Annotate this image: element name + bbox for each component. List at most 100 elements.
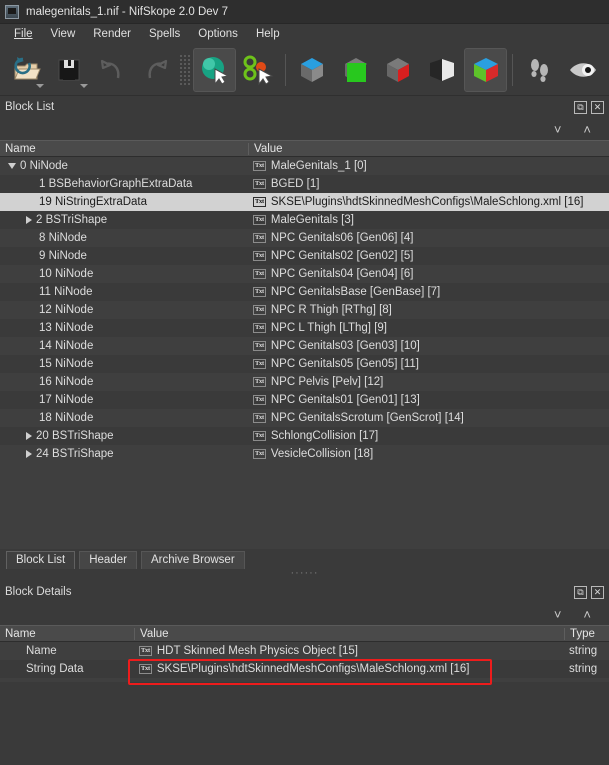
menu-options[interactable]: Options xyxy=(190,26,246,42)
chevron-down-icon[interactable] xyxy=(8,163,16,169)
block-details-table-wrap: Name Txt HDT Skinned Mesh Physics Object [… xyxy=(0,642,609,685)
toolbar-drag-handle[interactable] xyxy=(179,53,192,86)
block-list-float-button[interactable]: ⧉ xyxy=(574,100,587,114)
chevron-right-icon[interactable] xyxy=(26,450,32,458)
block-details-header-name[interactable]: Name xyxy=(0,628,134,640)
block-list-row[interactable]: 0 NiNode Txt MaleGenitals_1 [0] xyxy=(0,157,609,175)
block-list-row-value-cell[interactable]: Txt SchlongCollision [17] xyxy=(248,430,609,442)
text-type-icon: Txt xyxy=(253,359,266,369)
block-list-row-value-cell[interactable]: Txt MaleGenitals [3] xyxy=(248,214,609,226)
block-list-row[interactable]: 17 NiNode Txt NPC Genitals01 [Gen01] [13] xyxy=(0,391,609,409)
block-details-table[interactable]: Name Txt HDT Skinned Mesh Physics Object [… xyxy=(0,642,609,682)
block-list-row[interactable]: 9 NiNode Txt NPC Genitals02 [Gen02] [5] xyxy=(0,247,609,265)
menu-spells[interactable]: Spells xyxy=(141,26,188,42)
save-file-button[interactable] xyxy=(47,48,90,92)
block-list-row-value-cell[interactable]: Txt NPC Genitals01 [Gen01] [13] xyxy=(248,394,609,406)
block-list-row-value-cell[interactable]: Txt NPC R Thigh [RThg] [8] xyxy=(248,304,609,316)
block-list-row-value: NPC Genitals06 [Gen06] [4] xyxy=(270,232,414,244)
chevron-right-icon[interactable] xyxy=(26,432,32,440)
block-details-row-name: String Data xyxy=(26,663,84,675)
block-list-row-name: 11 NiNode xyxy=(39,286,93,298)
chevron-right-icon[interactable] xyxy=(26,216,32,224)
block-list-row-value-cell[interactable]: Txt BGED [1] xyxy=(248,178,609,190)
block-list-row[interactable]: 2 BSTriShape Txt MaleGenitals [3] xyxy=(0,211,609,229)
block-list-row-value-cell[interactable]: Txt NPC GenitalsScrotum [GenScrot] [14] xyxy=(248,412,609,424)
block-list-row[interactable]: 24 BSTriShape Txt VesicleCollision [18] xyxy=(0,445,609,463)
block-list-row-value-cell[interactable]: Txt NPC GenitalsBase [GenBase] [7] xyxy=(248,286,609,298)
redo-button[interactable] xyxy=(134,48,177,92)
block-list-row-value-cell[interactable]: Txt VesicleCollision [18] xyxy=(248,448,609,460)
block-details-row[interactable]: Name Txt HDT Skinned Mesh Physics Object [… xyxy=(0,642,609,660)
tab-header[interactable]: Header xyxy=(79,551,137,569)
block-list-row[interactable]: 1 BSBehaviorGraphExtraData Txt BGED [1] xyxy=(0,175,609,193)
block-list-row[interactable]: 13 NiNode Txt NPC L Thigh [LThg] [9] xyxy=(0,319,609,337)
block-details-header-type[interactable]: Type xyxy=(564,627,609,640)
select-object-button[interactable] xyxy=(193,47,237,92)
block-list-row-value-cell[interactable]: Txt MaleGenitals_1 [0] xyxy=(248,160,609,172)
open-file-dropdown-caret[interactable] xyxy=(36,83,45,88)
block-list-header-name[interactable]: Name xyxy=(0,143,248,155)
block-list-tree[interactable]: 0 NiNode Txt MaleGenitals_1 [0] 1 BSBehavio… xyxy=(0,157,609,549)
splitter-handle[interactable]: ······ xyxy=(0,568,609,581)
block-list-row-name-cell: 8 NiNode xyxy=(0,232,248,244)
tab-archive-browser[interactable]: Archive Browser xyxy=(140,551,245,569)
menu-file[interactable]: File xyxy=(6,26,41,42)
view-side-button[interactable] xyxy=(377,48,420,92)
details-expand-all-icon[interactable]: ˅ xyxy=(554,608,562,621)
block-details-close-button[interactable]: ✕ xyxy=(591,585,604,599)
block-list-row-value-cell[interactable]: Txt NPC Genitals04 [Gen04] [6] xyxy=(248,268,609,280)
block-list-row-value: NPC Pelvis [Pelv] [12] xyxy=(270,376,384,388)
view-perspective-button[interactable] xyxy=(463,47,508,92)
expand-all-icon[interactable]: ˅ xyxy=(554,123,562,136)
block-list-close-button[interactable]: ✕ xyxy=(591,100,604,114)
block-list-row[interactable]: 18 NiNode Txt NPC GenitalsScrotum [GenScro… xyxy=(0,409,609,427)
block-list-row-value-cell[interactable]: Txt NPC Genitals06 [Gen06] [4] xyxy=(248,232,609,244)
cube-rgb-corner-icon xyxy=(473,57,498,82)
details-collapse-all-icon[interactable]: ˄ xyxy=(583,608,591,621)
menu-render[interactable]: Render xyxy=(85,26,139,42)
flip-view-button[interactable] xyxy=(421,48,464,92)
walk-mode-button[interactable] xyxy=(518,48,561,92)
block-details-row[interactable]: String Data Txt SKSE\Plugins\hdtSkinnedMes… xyxy=(0,660,609,678)
block-details-row-value-cell[interactable]: Txt HDT Skinned Mesh Physics Object [15] xyxy=(134,645,564,657)
block-list-row[interactable]: 10 NiNode Txt NPC Genitals04 [Gen04] [6] xyxy=(0,265,609,283)
block-list-row-value-cell[interactable]: Txt NPC Pelvis [Pelv] [12] xyxy=(248,376,609,388)
menu-help[interactable]: Help xyxy=(248,26,288,42)
text-type-icon: Txt xyxy=(253,161,266,171)
block-list-row-value-cell[interactable]: Txt NPC L Thigh [LThg] [9] xyxy=(248,322,609,334)
view-top-button[interactable] xyxy=(291,48,334,92)
block-details-panel-header: Block Details ⧉ ✕ xyxy=(0,581,609,603)
view-front-button[interactable] xyxy=(334,48,377,92)
block-list-row-value-cell[interactable]: Txt NPC Genitals03 [Gen03] [10] xyxy=(248,340,609,352)
open-file-button[interactable] xyxy=(4,48,47,92)
block-list-row-value: NPC GenitalsBase [GenBase] [7] xyxy=(270,286,441,298)
select-vertex-button[interactable] xyxy=(236,48,279,92)
collapse-all-icon[interactable]: ˄ xyxy=(583,123,591,136)
undo-button[interactable] xyxy=(91,48,134,92)
menu-view[interactable]: View xyxy=(43,26,84,42)
block-list-row[interactable]: 14 NiNode Txt NPC Genitals03 [Gen03] [10] xyxy=(0,337,609,355)
block-list-row[interactable]: 20 BSTriShape Txt SchlongCollision [17] xyxy=(0,427,609,445)
block-list-row-name-cell: 16 NiNode xyxy=(0,376,248,388)
block-list-row-value-cell[interactable]: Txt NPC Genitals02 [Gen02] [5] xyxy=(248,250,609,262)
block-list-row-value-cell[interactable]: Txt NPC Genitals05 [Gen05] [11] xyxy=(248,358,609,370)
tab-block-list[interactable]: Block List xyxy=(6,551,76,569)
block-details-header-value[interactable]: Value xyxy=(134,627,564,640)
block-list-row[interactable]: 15 NiNode Txt NPC Genitals05 [Gen05] [11] xyxy=(0,355,609,373)
visibility-button[interactable] xyxy=(562,48,605,92)
block-details-float-button[interactable]: ⧉ xyxy=(574,585,587,599)
block-details-row-value-cell[interactable]: Txt SKSE\Plugins\hdtSkinnedMeshConfigs\Ma… xyxy=(134,663,564,675)
block-list-header-value[interactable]: Value xyxy=(248,142,609,155)
block-list-row[interactable]: 19 NiStringExtraData Txt SKSE\Plugins\hdtS… xyxy=(0,193,609,211)
block-list-row-value-cell[interactable]: Txt SKSE\Plugins\hdtSkinnedMeshConfigs\Ma… xyxy=(248,196,609,208)
save-file-dropdown-caret[interactable] xyxy=(79,83,88,88)
block-list-row[interactable]: 8 NiNode Txt NPC Genitals06 [Gen06] [4] xyxy=(0,229,609,247)
text-type-icon: Txt xyxy=(139,664,152,674)
block-list-row[interactable]: 12 NiNode Txt NPC R Thigh [RThg] [8] xyxy=(0,301,609,319)
block-list-row[interactable]: 16 NiNode Txt NPC Pelvis [Pelv] [12] xyxy=(0,373,609,391)
block-list-row[interactable]: 11 NiNode Txt NPC GenitalsBase [GenBase] [… xyxy=(0,283,609,301)
text-type-icon: Txt xyxy=(253,197,266,207)
